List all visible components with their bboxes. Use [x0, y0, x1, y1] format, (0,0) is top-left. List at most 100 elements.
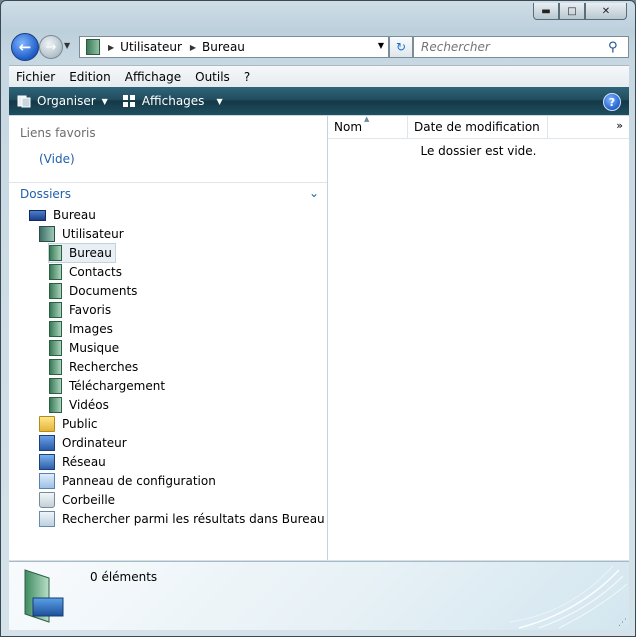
tree-item-reseau[interactable]: Réseau — [39, 453, 106, 471]
navigation-bar: ← → ▼ ▶ Utilisateur ▶ Bureau ▼ ↻ ⚲ — [9, 33, 629, 61]
file-list-pane: ▲ Nom Date de modification » Le dossier … — [328, 115, 629, 560]
refresh-button[interactable]: ↻ — [389, 36, 413, 58]
decorative-swoosh — [509, 565, 628, 629]
menu-help[interactable]: ? — [237, 70, 257, 84]
forward-arrow-icon: → — [45, 39, 57, 55]
forward-button[interactable]: → — [39, 35, 63, 59]
tree-item-recherches[interactable]: Recherches — [49, 358, 138, 376]
menu-affichage[interactable]: Affichage — [118, 70, 188, 84]
breadcrumb-utilisateur[interactable]: Utilisateur — [120, 40, 182, 54]
tree-item-telechargement[interactable]: Téléchargement — [49, 377, 165, 395]
explorer-window: ▬ □ ✕ ← → ▼ ▶ Utilisateur ▶ Bureau ▼ ↻ ⚲… — [0, 0, 636, 637]
tree-item-panneau-configuration[interactable]: Panneau de configuration — [39, 472, 216, 490]
menu-fichier[interactable]: Fichier — [9, 70, 62, 84]
close-icon: ✕ — [601, 5, 611, 17]
videos-folder-icon — [49, 397, 62, 413]
tree-item-label: Rechercher parmi les résultats dans Bure… — [62, 512, 325, 526]
folders-title[interactable]: Dossiers — [20, 187, 71, 201]
address-dropdown-icon[interactable]: ▼ — [378, 41, 384, 50]
tree-item-public[interactable]: Public — [39, 415, 98, 433]
more-columns-icon[interactable]: » — [616, 119, 623, 132]
address-bar[interactable]: ▶ Utilisateur ▶ Bureau ▼ — [79, 36, 389, 58]
favorites-folder-icon — [49, 302, 62, 318]
tree-item-rechercher-resultats[interactable]: Rechercher parmi les résultats dans Bure… — [39, 510, 325, 528]
favorites-empty-label: (Vide) — [39, 152, 75, 166]
tree-item-videos[interactable]: Vidéos — [49, 396, 109, 414]
favorites-title: Liens favoris — [20, 126, 96, 140]
views-label: Affichages — [141, 94, 205, 108]
minimize-button[interactable]: ▬ — [533, 3, 559, 20]
breadcrumb-arrow-icon[interactable]: ▶ — [190, 43, 196, 52]
minimize-icon: ▬ — [541, 5, 551, 17]
column-label: Nom — [334, 120, 363, 134]
tree-item-favoris[interactable]: Favoris — [49, 301, 111, 319]
tree-item-musique[interactable]: Musique — [49, 339, 119, 357]
organise-button[interactable]: Organiser ▼ — [17, 94, 108, 108]
tree-item-label: Documents — [69, 284, 138, 298]
tree-item-label: Favoris — [69, 303, 112, 317]
tree-item-label: Utilisateur — [62, 227, 124, 241]
back-button[interactable]: ← — [11, 33, 39, 61]
computer-icon — [39, 435, 55, 451]
organise-icon — [17, 95, 31, 108]
documents-folder-icon — [49, 283, 62, 299]
tree-item-utilisateur[interactable]: Utilisateur — [39, 225, 124, 243]
search-results-icon — [39, 511, 55, 527]
item-count: 0 éléments — [90, 570, 158, 584]
tree-item-label: Téléchargement — [69, 379, 166, 393]
breadcrumb-arrow-icon[interactable]: ▶ — [108, 43, 114, 52]
chevron-down-icon[interactable]: ⌄ — [309, 186, 319, 200]
refresh-icon: ↻ — [395, 40, 407, 54]
tree-item-bureau-selected[interactable]: Bureau — [48, 243, 116, 263]
tree-item-contacts[interactable]: Contacts — [49, 263, 122, 281]
search-box[interactable]: ⚲ — [413, 36, 629, 58]
views-icon — [122, 95, 135, 107]
tree-item-images[interactable]: Images — [49, 320, 113, 338]
details-pane: 0 éléments ⋰ — [9, 561, 629, 630]
recent-pages-dropdown[interactable]: ▼ — [64, 41, 70, 50]
tree-item-label: Contacts — [69, 265, 122, 279]
network-icon — [39, 454, 55, 470]
contacts-folder-icon — [49, 264, 62, 280]
menu-outils[interactable]: Outils — [188, 70, 237, 84]
recycle-bin-icon — [39, 492, 55, 508]
close-button[interactable]: ✕ — [585, 3, 627, 20]
menu-edition[interactable]: Edition — [62, 70, 118, 84]
tree-item-label: Musique — [69, 341, 120, 355]
command-bar: Organiser ▼ Affichages ▼ ? — [9, 87, 629, 115]
searches-folder-icon — [49, 359, 62, 375]
views-button[interactable]: Affichages ▼ — [122, 94, 223, 108]
pane-divider — [9, 182, 327, 183]
tree-item-ordinateur[interactable]: Ordinateur — [39, 434, 127, 452]
navigation-pane: Liens favoris (Vide) Dossiers ⌄ Bureau U… — [9, 116, 328, 560]
sort-arrow-icon: ▲ — [364, 115, 370, 123]
tree-item-bureau[interactable]: Bureau — [29, 206, 96, 224]
breadcrumb-bureau[interactable]: Bureau — [202, 40, 245, 54]
column-header-row: ▲ Nom Date de modification » — [328, 115, 629, 139]
column-header-date[interactable]: Date de modification — [408, 116, 548, 138]
tree-item-label: Bureau — [69, 246, 112, 260]
empty-folder-message: Le dossier est vide. — [420, 144, 537, 158]
caption-buttons: ▬ □ ✕ — [533, 3, 627, 20]
tree-item-corbeille[interactable]: Corbeille — [39, 491, 115, 509]
column-header-nom[interactable]: ▲ Nom — [328, 115, 408, 138]
help-icon: ? — [608, 95, 616, 109]
help-button[interactable]: ? — [603, 93, 621, 111]
public-folder-icon — [39, 416, 55, 432]
resize-grip-icon[interactable]: ⋰ — [618, 618, 627, 628]
tree-item-label: Corbeille — [62, 493, 116, 507]
folder-icon — [49, 245, 62, 261]
tree-item-documents[interactable]: Documents — [49, 282, 137, 300]
music-folder-icon — [49, 340, 62, 356]
search-input[interactable] — [419, 39, 608, 55]
images-folder-icon — [49, 321, 62, 337]
user-folder-icon — [39, 226, 55, 242]
chevron-down-icon: ▼ — [216, 96, 223, 106]
tree-item-label: Panneau de configuration — [62, 474, 216, 488]
back-arrow-icon: ← — [18, 38, 32, 56]
downloads-folder-icon — [49, 378, 62, 394]
chevron-down-icon: ▼ — [101, 96, 108, 106]
folder-icon — [86, 39, 100, 55]
maximize-button[interactable]: □ — [559, 3, 585, 20]
search-icon[interactable]: ⚲ — [608, 40, 624, 55]
